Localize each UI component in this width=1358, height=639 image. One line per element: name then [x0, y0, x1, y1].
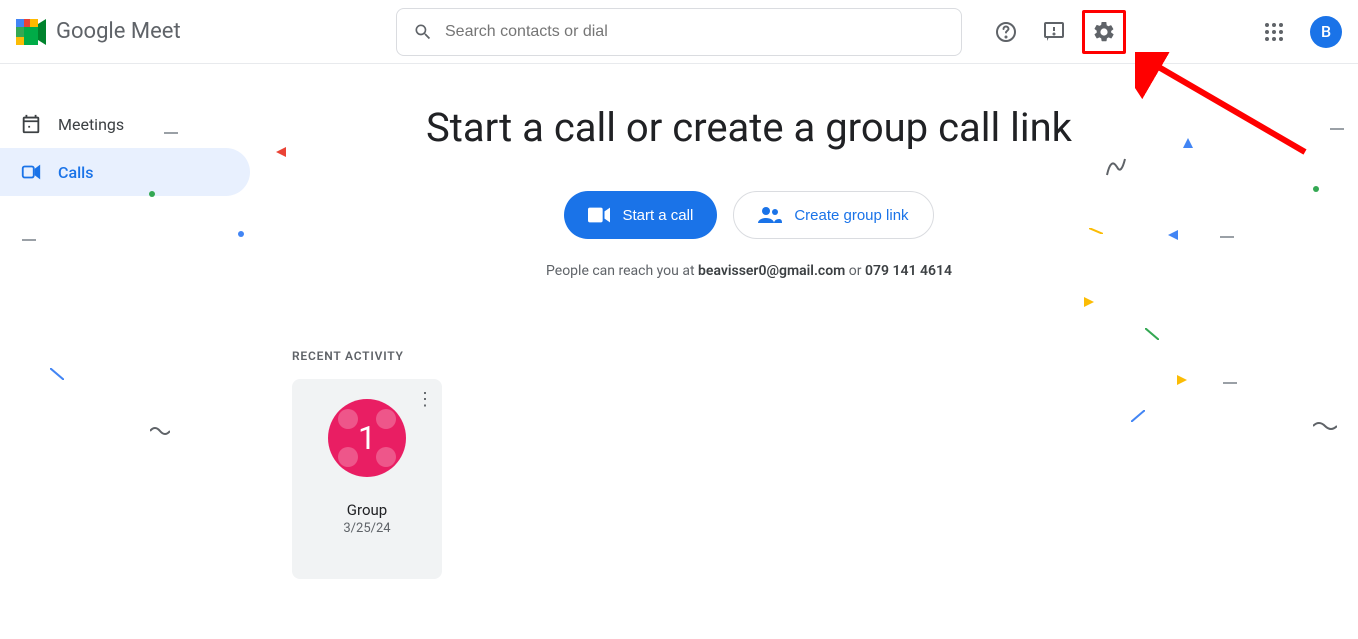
- search-input[interactable]: [445, 23, 945, 41]
- content: Start a call or create a group call link…: [260, 64, 1358, 639]
- video-icon: [20, 161, 42, 183]
- meet-logo-icon: [16, 19, 48, 45]
- recent-card[interactable]: ⋮ 1 Group 3/25/24: [292, 379, 442, 579]
- cta-row: Start a call Create group link: [140, 191, 1358, 239]
- search-container: [396, 8, 962, 56]
- card-menu-button[interactable]: ⋮: [416, 389, 434, 410]
- search-box[interactable]: [396, 8, 962, 56]
- account-avatar[interactable]: B: [1310, 16, 1342, 48]
- people-icon: [758, 207, 782, 223]
- sidebar-item-calls[interactable]: Calls: [0, 148, 250, 196]
- apps-button[interactable]: [1254, 12, 1294, 52]
- create-group-link-label: Create group link: [794, 207, 908, 224]
- hero-title: Start a call or create a group call link: [140, 104, 1358, 151]
- sidebar-item-label: Meetings: [58, 115, 124, 134]
- header-actions: B: [986, 10, 1342, 54]
- reach-or: or: [845, 263, 865, 279]
- reach-text: People can reach you at beavisser0@gmail…: [140, 263, 1358, 279]
- start-call-button[interactable]: Start a call: [564, 191, 717, 239]
- feedback-button[interactable]: [1034, 12, 1074, 52]
- search-icon: [413, 22, 433, 42]
- help-button[interactable]: [986, 12, 1026, 52]
- apps-grid-icon: [1264, 22, 1284, 42]
- header: Google Meet: [0, 0, 1358, 64]
- settings-button[interactable]: [1082, 10, 1126, 54]
- sidebar-item-label: Calls: [58, 163, 93, 182]
- brand-name: Google Meet: [56, 19, 181, 44]
- main: Meetings Calls Start a call or create a …: [0, 64, 1358, 639]
- recent-date: 3/25/24: [343, 521, 390, 536]
- video-camera-icon: [588, 207, 610, 223]
- recent-activity: RECENT ACTIVITY ⋮ 1 Group 3/25/24: [260, 349, 1358, 579]
- start-call-label: Start a call: [622, 207, 693, 224]
- calendar-icon: [20, 113, 42, 135]
- brand[interactable]: Google Meet: [16, 19, 216, 45]
- recent-name: Group: [347, 501, 387, 519]
- feedback-icon: [1042, 20, 1066, 44]
- avatar-initial: B: [1321, 22, 1331, 41]
- gear-icon: [1092, 20, 1116, 44]
- more-vert-icon: ⋮: [416, 389, 434, 410]
- create-group-link-button[interactable]: Create group link: [733, 191, 933, 239]
- recent-avatar: 1: [328, 399, 406, 477]
- help-icon: [994, 20, 1018, 44]
- recent-heading: RECENT ACTIVITY: [292, 349, 1358, 363]
- reach-phone: 079 141 4614: [865, 263, 952, 279]
- reach-email: beavisser0@gmail.com: [698, 263, 845, 279]
- reach-prefix: People can reach you at: [546, 263, 698, 279]
- recent-badge: 1: [358, 419, 376, 457]
